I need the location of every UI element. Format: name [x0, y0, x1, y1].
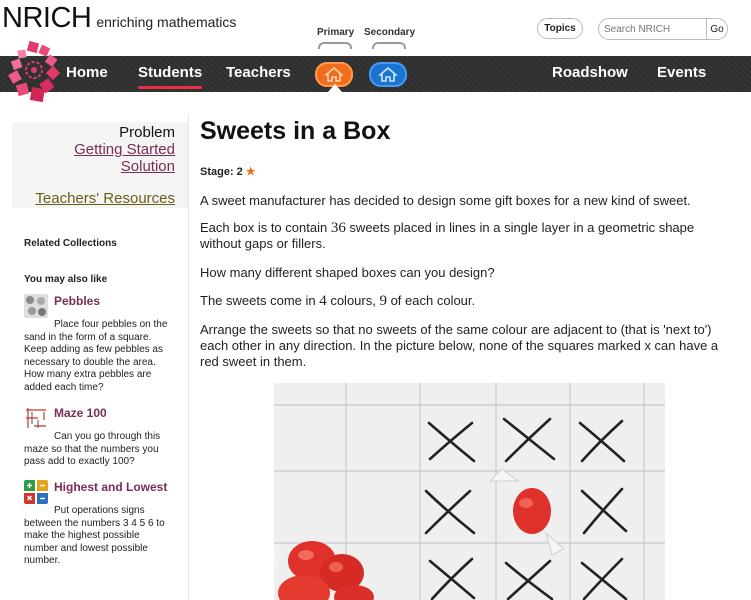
brand[interactable]: NRICH enriching mathematics [2, 2, 236, 35]
sidebar-divider [188, 114, 189, 600]
nav-students[interactable]: Students [138, 64, 203, 89]
brand-tagline: enriching mathematics [96, 14, 237, 30]
tab-problem[interactable]: Problem [119, 124, 175, 141]
text-fragment: The sweets come in [200, 293, 320, 308]
stage-label: Stage: 2 ★ [200, 165, 256, 179]
maze-thumbnail-icon [24, 406, 48, 430]
also-like-desc-maze-100: Can you go through this maze so that the… [24, 431, 161, 467]
pebbles-thumbnail-icon [24, 294, 48, 318]
page-title: Sweets in a Box [200, 117, 391, 145]
nav-events[interactable]: Events [657, 64, 706, 81]
text-fragment: colours, [326, 293, 380, 308]
nrich-logo-icon[interactable] [6, 40, 62, 110]
tab-getting-started[interactable]: Getting Started [74, 141, 175, 158]
search-input[interactable] [599, 19, 706, 39]
also-like-title-maze-100[interactable]: Maze 100 [54, 406, 107, 420]
you-may-also-like-heading: You may also like [24, 274, 108, 285]
secondary-home-button[interactable] [369, 62, 407, 87]
secondary-label[interactable]: Secondary [364, 27, 415, 38]
math-number: 4 [319, 293, 327, 309]
operations-thumbnail-icon [24, 480, 48, 504]
topics-button[interactable]: Topics [537, 18, 583, 39]
secondary-arc [372, 42, 406, 49]
search-box: Go [598, 18, 728, 40]
brand-name[interactable]: NRICH [2, 2, 92, 35]
paragraph-intro: A sweet manufacturer has decided to desi… [200, 193, 691, 208]
math-number: 9 [379, 293, 387, 309]
nav-teachers[interactable]: Teachers [226, 64, 291, 81]
text-fragment: of each colour. [386, 293, 476, 308]
text-fragment: Each box is to contain [200, 220, 331, 235]
paragraph-question: How many different shaped boxes can you … [200, 265, 495, 280]
tab-teachers-resources[interactable]: Teachers' Resources [35, 190, 175, 207]
sweets-grid-photo [274, 383, 665, 600]
tab-solution[interactable]: Solution [121, 158, 175, 175]
house-icon [325, 67, 343, 82]
paragraph-box-contents: Each box is to contain 36 sweets placed … [200, 220, 730, 252]
go-button[interactable]: Go [706, 19, 727, 39]
also-like-title-highest-and-lowest[interactable]: Highest and Lowest [54, 480, 167, 494]
related-collections-heading: Related Collections [24, 238, 117, 249]
main-navbar: Home Students Teachers Roadshow Events [0, 56, 751, 92]
math-number: 36 [330, 220, 346, 236]
house-icon [379, 67, 397, 82]
active-section-pointer [328, 84, 342, 92]
stage-text: Stage: 2 [200, 165, 243, 178]
star-icon: ★ [245, 166, 256, 178]
paragraph-colours: The sweets come in 4 colours, 9 of each … [200, 293, 730, 309]
paragraph-arrangement: Arrange the sweets so that no sweets of … [200, 322, 719, 369]
also-like-title-pebbles[interactable]: Pebbles [54, 294, 100, 308]
nav-home[interactable]: Home [66, 64, 108, 81]
also-like-desc-highest-and-lowest: Put operations signs between the numbers… [24, 505, 165, 566]
primary-arc [318, 42, 352, 49]
problem-tabs: Problem Getting Started Solution Teacher… [12, 122, 188, 208]
also-like-desc-pebbles: Place four pebbles on the sand in the fo… [24, 319, 168, 393]
primary-label[interactable]: Primary [317, 27, 354, 38]
nav-roadshow[interactable]: Roadshow [552, 64, 628, 81]
